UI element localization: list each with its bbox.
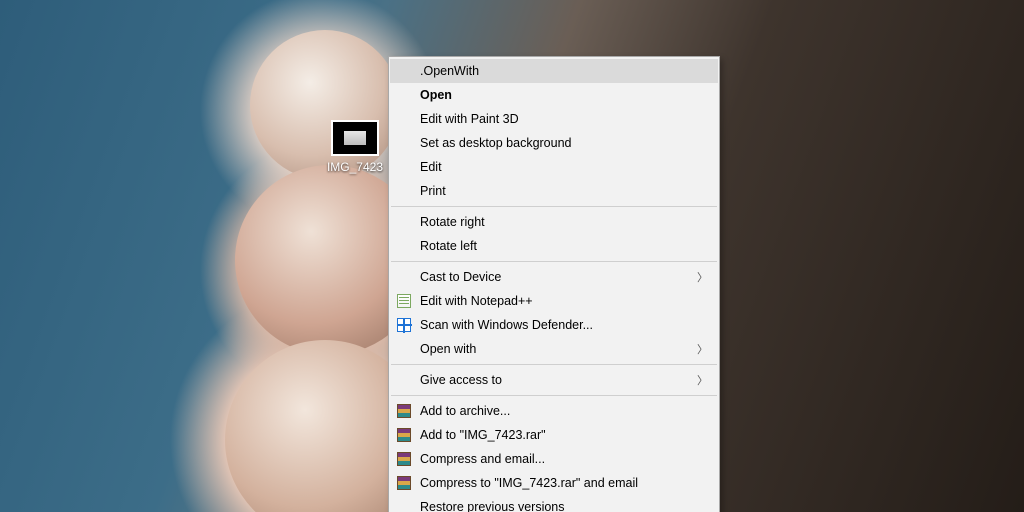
menu-item-label: .OpenWith — [420, 64, 479, 78]
windows-defender-icon — [396, 317, 412, 333]
menu-compress-email[interactable]: Compress and email... — [390, 447, 718, 471]
menu-item-label: Restore previous versions — [420, 500, 565, 512]
menu-open-with[interactable]: Open with 〉 — [390, 337, 718, 361]
menu-item-label: Open with — [420, 342, 476, 356]
menu-item-label: Give access to — [420, 373, 502, 387]
menu-rotate-right[interactable]: Rotate right — [390, 210, 718, 234]
winrar-icon — [396, 451, 412, 467]
menu-item-label: Compress to "IMG_7423.rar" and email — [420, 476, 638, 490]
menu-item-label: Edit with Notepad++ — [420, 294, 533, 308]
menu-edit-notepadpp[interactable]: Edit with Notepad++ — [390, 289, 718, 313]
menu-separator — [391, 261, 717, 262]
menu-item-label: Set as desktop background — [420, 136, 572, 150]
chevron-right-icon: 〉 — [697, 372, 708, 388]
menu-add-to-named-archive[interactable]: Add to "IMG_7423.rar" — [390, 423, 718, 447]
menu-compress-named-email[interactable]: Compress to "IMG_7423.rar" and email — [390, 471, 718, 495]
desktop-wallpaper: IMG_7423 .OpenWith Open Edit with Paint … — [0, 0, 1024, 512]
menu-openwith-ext[interactable]: .OpenWith — [390, 59, 718, 83]
menu-item-label: Edit with Paint 3D — [420, 112, 519, 126]
winrar-icon — [396, 475, 412, 491]
menu-cast-to-device[interactable]: Cast to Device 〉 — [390, 265, 718, 289]
menu-item-label: Scan with Windows Defender... — [420, 318, 593, 332]
winrar-icon — [396, 403, 412, 419]
menu-item-label: Add to "IMG_7423.rar" — [420, 428, 546, 442]
menu-edit[interactable]: Edit — [390, 155, 718, 179]
menu-rotate-left[interactable]: Rotate left — [390, 234, 718, 258]
menu-scan-defender[interactable]: Scan with Windows Defender... — [390, 313, 718, 337]
menu-item-label: Rotate right — [420, 215, 485, 229]
chevron-right-icon: 〉 — [697, 341, 708, 357]
winrar-icon — [396, 427, 412, 443]
menu-restore-previous[interactable]: Restore previous versions — [390, 495, 718, 512]
notepadpp-icon — [396, 293, 412, 309]
chevron-right-icon: 〉 — [697, 269, 708, 285]
menu-edit-paint3d[interactable]: Edit with Paint 3D — [390, 107, 718, 131]
image-thumbnail-icon — [331, 120, 379, 156]
menu-add-to-archive[interactable]: Add to archive... — [390, 399, 718, 423]
menu-item-label: Rotate left — [420, 239, 477, 253]
menu-open[interactable]: Open — [390, 83, 718, 107]
context-menu: .OpenWith Open Edit with Paint 3D Set as… — [388, 56, 720, 512]
menu-item-label: Print — [420, 184, 446, 198]
menu-item-label: Open — [420, 88, 452, 102]
menu-item-label: Compress and email... — [420, 452, 545, 466]
menu-print[interactable]: Print — [390, 179, 718, 203]
menu-item-label: Cast to Device — [420, 270, 501, 284]
menu-give-access[interactable]: Give access to 〉 — [390, 368, 718, 392]
menu-item-label: Edit — [420, 160, 442, 174]
file-label: IMG_7423 — [323, 160, 387, 174]
desktop-file-icon[interactable]: IMG_7423 — [323, 120, 387, 174]
menu-separator — [391, 364, 717, 365]
menu-item-label: Add to archive... — [420, 404, 510, 418]
menu-separator — [391, 395, 717, 396]
menu-separator — [391, 206, 717, 207]
menu-set-background[interactable]: Set as desktop background — [390, 131, 718, 155]
